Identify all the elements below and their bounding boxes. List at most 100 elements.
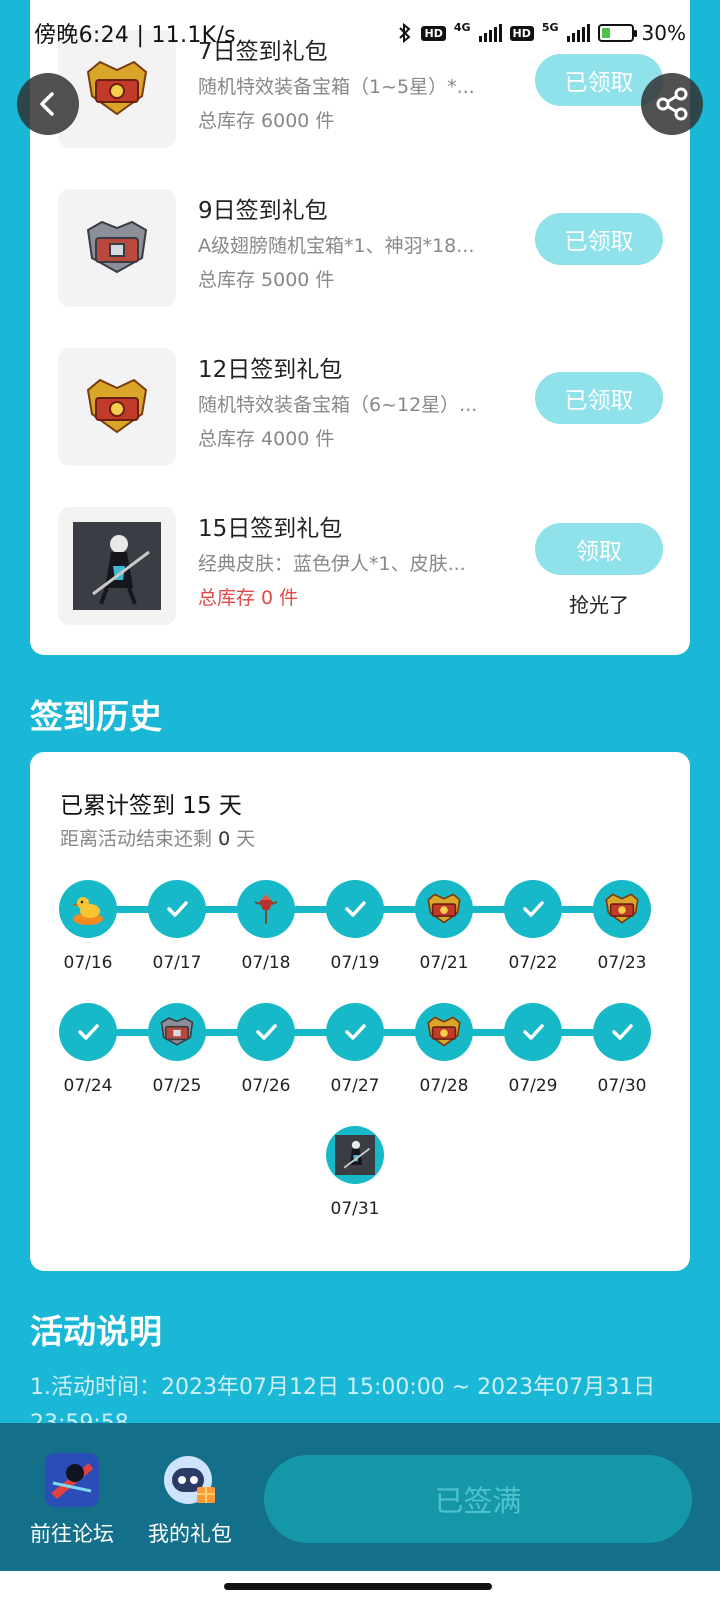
forum-app-icon (45, 1453, 99, 1507)
timeline-node-07-26 (237, 1003, 295, 1061)
gift-list-card: 7日签到礼包 随机特效装备宝箱（1~5星）*... 总库存 6000 件 已领取… (30, 0, 690, 655)
gift-robot-icon (164, 1456, 215, 1504)
check-icon (164, 896, 190, 922)
days-remaining-suffix: 天 (236, 828, 256, 850)
silver-chest-icon (86, 220, 148, 274)
timeline-date: 07/16 (63, 953, 113, 973)
timeline-node-07-28 (415, 1003, 473, 1061)
hd-icon-2: HD (509, 25, 534, 41)
timeline-date: 07/26 (241, 1076, 291, 1096)
timeline-date: 07/27 (330, 1076, 380, 1096)
check-icon (520, 896, 546, 922)
timeline-node-07-23 (593, 880, 651, 938)
timeline-date: 07/19 (330, 953, 380, 973)
gold-chest-icon (603, 892, 641, 926)
signin-count: 已累计签到 15 天 (60, 793, 242, 819)
sold-out-label: 抢光了 (569, 593, 629, 617)
timeline-node-07-30 (593, 1003, 651, 1061)
back-button[interactable] (17, 73, 79, 135)
check-icon (75, 1019, 101, 1045)
status-bar: 傍晚6:24 | 11.1K/s HD 4G HD 5G 30% (0, 0, 720, 66)
gift-stock: 总库存 4000 件 (198, 428, 335, 450)
check-icon (342, 1019, 368, 1045)
forum-label: 前往论坛 (30, 1522, 114, 1546)
check-icon (520, 1019, 546, 1045)
timeline-date: 07/21 (419, 953, 469, 973)
gold-chest-icon (425, 1015, 463, 1049)
claimed-button[interactable]: 已领取 (535, 372, 663, 424)
character-skin-icon (335, 1135, 375, 1175)
gift-row-15day: 15日签到礼包 经典皮肤：蓝色伊人*1、皮肤... 总库存 0 件 领取 抢光了 (30, 507, 690, 625)
bluetooth-icon (399, 22, 411, 44)
timeline-date: 07/25 (152, 1076, 202, 1096)
net-5g-label: 5G (541, 21, 559, 34)
system-nav-bar (0, 1571, 720, 1600)
days-remaining-prefix: 距离活动结束还剩 (60, 828, 213, 850)
home-indicator[interactable] (224, 1583, 492, 1590)
claimed-button[interactable]: 已领取 (535, 213, 663, 265)
timeline-node-07-21 (415, 880, 473, 938)
check-icon (253, 1019, 279, 1045)
my-gifts-link[interactable]: 我的礼包 (140, 1453, 240, 1548)
timeline-node-07-17 (148, 880, 206, 938)
signal-bars-icon (478, 24, 502, 42)
gold-chest-icon (425, 892, 463, 926)
status-time: 傍晚6:24 | 11.1K/s (34, 23, 236, 48)
timeline-date: 07/22 (508, 953, 558, 973)
history-section-title: 签到历史 (30, 697, 162, 736)
signed-full-button[interactable]: 已签满 (264, 1455, 692, 1543)
signal-bars-icon-2 (566, 24, 590, 42)
timeline-date: 07/17 (152, 953, 202, 973)
forum-link[interactable]: 前往论坛 (22, 1453, 122, 1548)
timeline-node-07-24 (59, 1003, 117, 1061)
timeline-date: 07/23 (597, 953, 647, 973)
check-icon (609, 1019, 635, 1045)
gift-desc: 经典皮肤：蓝色伊人*1、皮肤... (198, 553, 466, 575)
activity-section-title: 活动说明 (30, 1312, 162, 1351)
battery-icon (597, 24, 637, 42)
timeline-node-07-27 (326, 1003, 384, 1061)
duck-icon (68, 889, 108, 929)
days-remaining: 距离活动结束还剩 0 天 (60, 824, 255, 851)
timeline-node-07-31 (326, 1126, 384, 1184)
signin-history-card: 已累计签到 15 天 距离活动结束还剩 0 天 07/16 07/17 07/18 0… (30, 752, 690, 1271)
timeline-node-07-18 (237, 880, 295, 938)
gift-thumb (58, 348, 176, 466)
battery-fill (601, 28, 610, 38)
timeline-node-07-29 (504, 1003, 562, 1061)
timeline-date: 07/18 (241, 953, 291, 973)
claim-button[interactable]: 领取 (535, 523, 663, 575)
gift-thumb (58, 507, 176, 625)
timeline-date: 07/24 (63, 1076, 113, 1096)
timeline-node-07-19 (326, 880, 384, 938)
gift-desc: A级翅膀随机宝箱*1、神羽*18... (198, 235, 475, 257)
share-icon (656, 87, 688, 121)
gift-desc: 随机特效装备宝箱（1~5星）*... (198, 76, 475, 98)
net-4g-label: 4G (453, 21, 471, 34)
gift-thumb (58, 189, 176, 307)
gift-row-12day: 12日签到礼包 随机特效装备宝箱（6~12星）... 总库存 4000 件 已领… (30, 348, 690, 466)
hd-icon: HD (421, 25, 446, 41)
gold-chest-icon (86, 60, 148, 116)
timeline-date: 07/29 (508, 1076, 558, 1096)
character-skin-icon (73, 522, 161, 610)
gift-title: 15日签到礼包 (198, 516, 343, 542)
share-button[interactable] (641, 73, 703, 135)
timeline-node-07-16 (59, 880, 117, 938)
timeline-date: 07/31 (330, 1199, 380, 1219)
gold-chest-icon (86, 378, 148, 434)
silver-chest-icon (158, 1016, 196, 1048)
timeline-date: 07/28 (419, 1076, 469, 1096)
gift-row-9day: 9日签到礼包 A级翅膀随机宝箱*1、神羽*18... 总库存 5000 件 已领… (30, 189, 690, 307)
chevron-left-icon (40, 92, 54, 116)
timeline-node-07-22 (504, 880, 562, 938)
gift-stock-empty: 总库存 0 件 (198, 587, 299, 609)
gift-stock: 总库存 5000 件 (198, 269, 335, 291)
my-gifts-label: 我的礼包 (148, 1522, 232, 1546)
bottom-bar: 前往论坛 我的礼包 已签满 (0, 1423, 720, 1571)
timeline-date: 07/30 (597, 1076, 647, 1096)
flower-icon (251, 892, 281, 926)
check-icon (342, 896, 368, 922)
gift-desc: 随机特效装备宝箱（6~12星）... (198, 394, 478, 416)
gift-stock: 总库存 6000 件 (198, 110, 335, 132)
